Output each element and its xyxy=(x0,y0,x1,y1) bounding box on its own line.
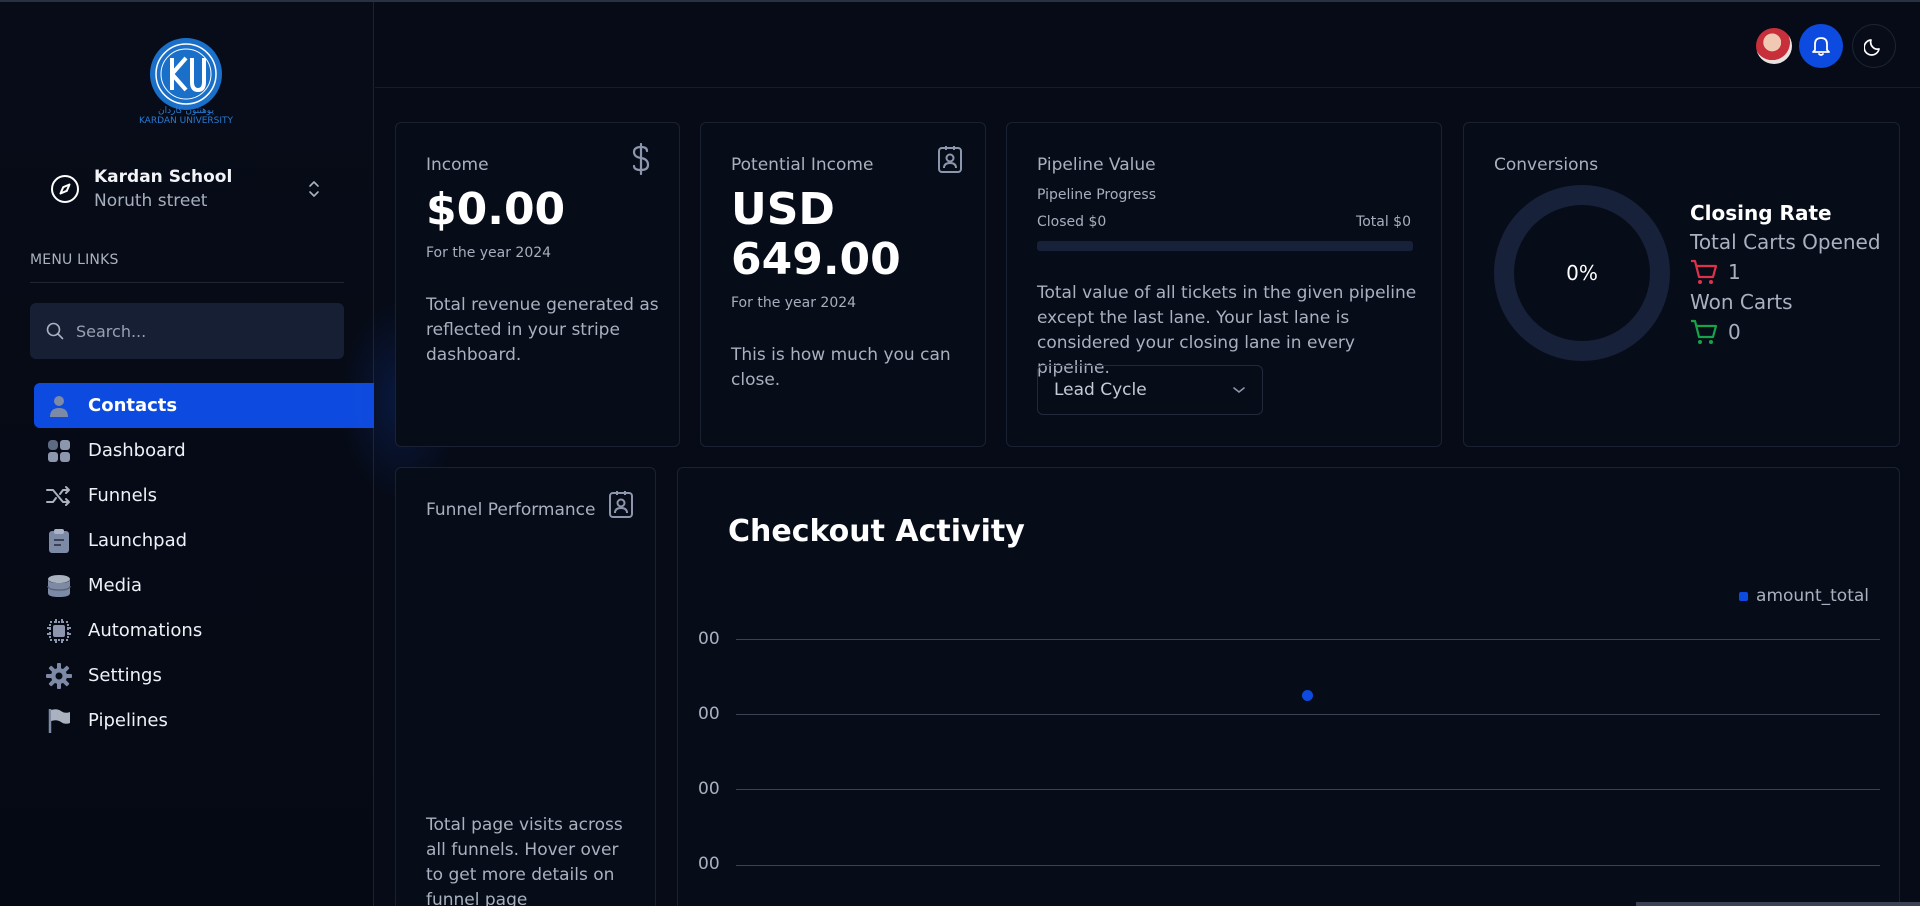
menu-divider xyxy=(30,282,344,283)
legend-swatch xyxy=(1739,591,1749,601)
pipeline-total: Total $0 xyxy=(1356,214,1411,230)
pipeline-progress-bar xyxy=(1037,241,1413,251)
clipboard-icon xyxy=(46,528,72,554)
chevron-down-icon xyxy=(1233,387,1245,394)
total-carts-label: Total Carts Opened xyxy=(1690,230,1881,254)
gear-icon xyxy=(46,662,72,689)
total-carts-row: 1 xyxy=(1690,257,1881,287)
potential-value: 649.00 xyxy=(731,234,901,285)
logo-persian-text: پوهنتون کاردان xyxy=(158,106,214,116)
sidebar-item-label: Pipelines xyxy=(88,710,168,731)
gridline xyxy=(736,714,1880,715)
notifications-button[interactable] xyxy=(1799,24,1843,68)
menu-links-label: MENU LINKS xyxy=(30,252,119,268)
sidebar-item-funnels[interactable]: Funnels xyxy=(34,473,374,518)
cart-icon xyxy=(1691,319,1718,344)
y-tick-label: 00 xyxy=(698,779,720,799)
pipeline-closed: Closed $0 xyxy=(1037,214,1107,230)
search-input[interactable] xyxy=(76,321,316,341)
income-card: Income $0.00 For the year 2024 Total rev… xyxy=(395,122,680,447)
search-icon xyxy=(46,322,64,340)
sidebar-item-label: Media xyxy=(88,575,143,596)
person-icon xyxy=(46,393,72,419)
contact-card-icon xyxy=(609,491,633,518)
pipeline-select-value: Lead Cycle xyxy=(1054,380,1147,400)
won-carts-row: 0 xyxy=(1690,317,1881,347)
sidebar-item-label: Dashboard xyxy=(88,440,186,461)
card-title: Conversions xyxy=(1494,155,1599,175)
sidebar-item-label: Funnels xyxy=(88,485,158,506)
horizontal-scrollbar[interactable] xyxy=(1636,902,1920,906)
theme-toggle-button[interactable] xyxy=(1852,24,1896,68)
user-avatar[interactable] xyxy=(1756,28,1792,64)
sidebar-item-settings[interactable]: Settings xyxy=(34,653,374,698)
legend-label: amount_total xyxy=(1756,586,1869,606)
y-tick-label: 00 xyxy=(698,704,720,724)
total-carts-value: 1 xyxy=(1728,260,1741,284)
sidebar-item-contacts[interactable]: Contacts xyxy=(34,383,374,428)
workspace-name: Kardan School xyxy=(94,167,233,187)
sidebar-item-automations[interactable]: Automations xyxy=(34,608,374,653)
pipeline-select[interactable]: Lead Cycle xyxy=(1037,365,1263,415)
funnel-description: Total page visits across all funnels. Ho… xyxy=(426,815,623,906)
won-carts-value: 0 xyxy=(1728,320,1741,344)
gridline xyxy=(736,865,1880,866)
card-title: Potential Income xyxy=(731,155,874,175)
potential-description: This is how much you can close. xyxy=(731,345,951,390)
sidebar-item-launchpad[interactable]: Launchpad xyxy=(34,518,374,563)
income-value: $0.00 xyxy=(426,184,566,235)
cart-icon xyxy=(1691,259,1718,284)
card-title: Funnel Performance xyxy=(426,500,596,520)
closing-rate-label: Closing Rate xyxy=(1690,201,1832,225)
sidebar-nav: Contacts Dashboard Funnels Launchpad Med… xyxy=(34,383,374,743)
checkout-activity-card: Checkout Activity amount_total 00 00 00 … xyxy=(677,467,1900,906)
workspace-address: Noruth street xyxy=(94,191,208,211)
sidebar-item-pipelines[interactable]: Pipelines xyxy=(34,698,374,743)
database-icon xyxy=(46,573,72,599)
sidebar-item-media[interactable]: Media xyxy=(34,563,374,608)
conversions-card: Conversions 0% Closing Rate Total Carts … xyxy=(1463,122,1900,447)
contact-card-icon xyxy=(938,146,962,173)
card-title: Income xyxy=(426,155,489,175)
bell-icon xyxy=(1812,37,1830,56)
gridline xyxy=(736,789,1880,790)
pipeline-value-card: Pipeline Value Pipeline Progress Closed … xyxy=(1006,122,1442,447)
grid-icon xyxy=(46,438,72,464)
y-tick-label: 00 xyxy=(698,854,720,874)
sidebar-item-dashboard[interactable]: Dashboard xyxy=(34,428,374,473)
card-title: Pipeline Value xyxy=(1037,155,1156,175)
logo-english-text: KARDAN UNIVERSITY xyxy=(138,116,234,126)
chevron-updown-icon xyxy=(309,181,319,197)
moon-icon xyxy=(1864,39,1880,56)
income-year: For the year 2024 xyxy=(426,245,552,261)
top-header xyxy=(375,2,1920,88)
pipeline-progress-label: Pipeline Progress xyxy=(1037,187,1156,203)
donut-percent-label: 0% xyxy=(1566,261,1598,285)
sidebar-item-label: Contacts xyxy=(88,395,178,416)
won-carts-label: Won Carts xyxy=(1690,290,1793,314)
sidebar-item-label: Automations xyxy=(88,620,203,641)
potential-income-card: Potential Income USD 649.00 For the year… xyxy=(700,122,986,447)
logo-caption: پوهنتون کاردان KARDAN UNIVERSITY xyxy=(130,106,242,126)
checkout-activity-title: Checkout Activity xyxy=(728,514,1025,549)
sidebar: پوهنتون کاردان KARDAN UNIVERSITY Kardan … xyxy=(0,2,374,906)
flag-icon xyxy=(46,708,72,734)
sidebar-item-label: Launchpad xyxy=(88,530,188,551)
funnel-performance-card: Funnel Performance Total page visits acr… xyxy=(395,467,656,906)
potential-currency: USD xyxy=(731,184,835,235)
conversion-stats: Closing Rate Total Carts Opened 1 Won Ca… xyxy=(1690,199,1881,347)
potential-year: For the year 2024 xyxy=(731,295,857,311)
chip-icon xyxy=(46,618,72,644)
search-box[interactable] xyxy=(30,303,344,359)
y-tick-label: 00 xyxy=(698,629,720,649)
sidebar-item-label: Settings xyxy=(88,665,162,686)
chart-legend: amount_total xyxy=(1739,586,1869,606)
compass-icon xyxy=(51,175,79,203)
dollar-icon xyxy=(632,143,650,175)
shuffle-icon xyxy=(46,483,72,509)
gridline xyxy=(736,639,1880,640)
data-point[interactable] xyxy=(1302,690,1313,701)
income-description: Total revenue generated as reflected in … xyxy=(426,295,659,365)
workspace-switcher[interactable]: Kardan School Noruth street xyxy=(30,154,344,224)
